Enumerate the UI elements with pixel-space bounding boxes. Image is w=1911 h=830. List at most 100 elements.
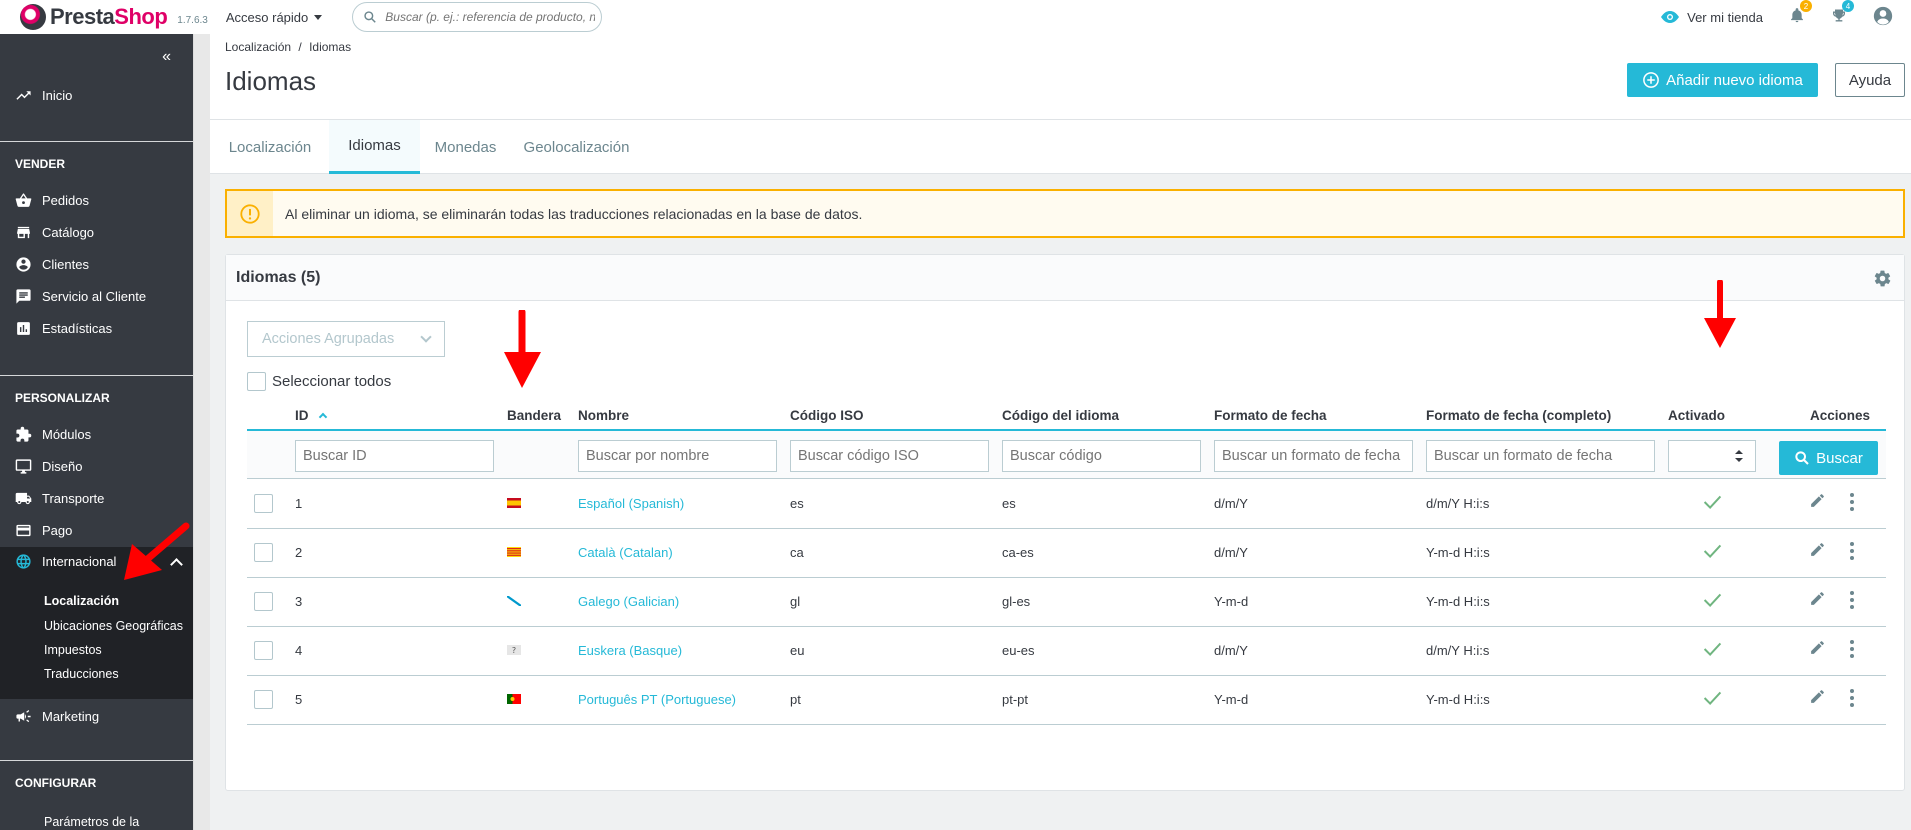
sidebar-item-catalog[interactable]: Catálogo [15, 224, 94, 241]
submenu-item-localization[interactable]: Localización [44, 594, 119, 608]
view-shop-link[interactable]: Ver mi tienda [1661, 10, 1763, 25]
warning-icon [240, 203, 260, 224]
sidebar-item-home[interactable]: Inicio [15, 87, 72, 104]
filter-id-input[interactable] [295, 440, 494, 472]
card-header: Idiomas (5) [226, 255, 1904, 301]
cell-name[interactable]: Galego (Galician) [578, 594, 679, 609]
sidebar-item-label: Módulos [42, 427, 92, 442]
search-button[interactable]: Buscar [1779, 441, 1878, 475]
add-language-label: Añadir nuevo idioma [1666, 71, 1803, 89]
table-row: 4 ? Euskera (Basque) eu eu-es d/m/Y d/m/… [247, 627, 1886, 676]
more-options-icon[interactable] [1850, 591, 1854, 609]
sidebar-item-label: Servicio al Cliente [42, 289, 147, 304]
gear-icon[interactable] [1873, 269, 1892, 291]
table-row: 2 Català (Catalan) ca ca-es d/m/Y Y-m-d … [247, 529, 1886, 578]
header-search-input[interactable] [385, 10, 596, 24]
sidebar-item-stats[interactable]: Estadísticas [15, 320, 112, 337]
breadcrumb-item-localization[interactable]: Localización [225, 40, 291, 54]
add-circle-icon [1643, 72, 1659, 88]
filter-iso-input[interactable] [790, 440, 989, 472]
cell-iso: ca [790, 545, 804, 560]
scrollbar[interactable] [193, 34, 210, 830]
bulk-actions-dropdown[interactable]: Acciones Agrupadas [247, 321, 445, 357]
row-checkbox[interactable] [254, 592, 273, 611]
filter-date-full-input[interactable] [1426, 440, 1655, 472]
search-icon [364, 11, 377, 23]
sidebar-item-shipping[interactable]: Transporte [15, 490, 104, 507]
collapse-sidebar-icon[interactable]: « [162, 48, 171, 66]
tab-currencies[interactable]: Monedas [421, 120, 510, 174]
check-icon[interactable] [1703, 494, 1722, 510]
edit-icon[interactable] [1809, 492, 1826, 509]
sidebar-item-parameters[interactable]: Parámetros de la [44, 815, 139, 829]
check-icon[interactable] [1703, 690, 1722, 706]
more-options-icon[interactable] [1850, 640, 1854, 658]
more-options-icon[interactable] [1850, 542, 1854, 560]
more-options-icon[interactable] [1850, 689, 1854, 707]
logo-text: PrestaShop [50, 4, 168, 30]
more-options-icon[interactable] [1850, 493, 1854, 511]
submenu-item-translations[interactable]: Traducciones [44, 667, 119, 681]
add-language-button[interactable]: Añadir nuevo idioma [1627, 63, 1818, 97]
submenu-item-zones[interactable]: Ubicaciones Geográficas [44, 619, 183, 633]
sidebar-item-marketing[interactable]: Marketing [15, 708, 99, 725]
column-header-language-code[interactable]: Código del idioma [1002, 408, 1119, 423]
customers-notification[interactable]: 4 [1831, 0, 1854, 27]
check-icon[interactable] [1703, 543, 1722, 559]
row-checkbox[interactable] [254, 690, 273, 709]
tab-geolocation[interactable]: Geolocalización [510, 120, 643, 174]
cell-name[interactable]: Português PT (Portuguese) [578, 692, 736, 707]
cell-date-format-full: d/m/Y H:i:s [1426, 496, 1490, 511]
cell-name[interactable]: Català (Catalan) [578, 545, 673, 560]
row-checkbox[interactable] [254, 494, 273, 513]
row-checkbox[interactable] [254, 641, 273, 660]
edit-icon[interactable] [1809, 541, 1826, 558]
filter-date-input[interactable] [1214, 440, 1413, 472]
column-header-date-format[interactable]: Formato de fecha [1214, 408, 1327, 423]
cell-language-code: gl-es [1002, 594, 1031, 609]
sidebar-item-payment[interactable]: Pago [15, 522, 72, 539]
filter-name-input[interactable] [578, 440, 777, 472]
cell-date-format-full: Y-m-d H:i:s [1426, 545, 1490, 560]
cell-name[interactable]: Euskera (Basque) [578, 643, 682, 658]
logo[interactable]: PrestaShop 1.7.6.3 [20, 4, 208, 30]
filter-enabled-select[interactable] [1668, 440, 1756, 472]
column-header-name[interactable]: Nombre [578, 408, 629, 423]
sidebar-item-orders[interactable]: Pedidos [15, 192, 89, 209]
column-header-date-format-full[interactable]: Formato de fecha (completo) [1426, 408, 1611, 423]
column-header-iso[interactable]: Código ISO [790, 408, 864, 423]
tab-languages[interactable]: Idiomas [329, 120, 420, 174]
sidebar-item-customers[interactable]: Clientes [15, 256, 89, 273]
quick-access-dropdown[interactable]: Acceso rápido [226, 10, 323, 25]
caret-down-icon [314, 14, 323, 20]
select-all-checkbox[interactable] [247, 372, 266, 391]
sort-asc-icon[interactable] [319, 412, 328, 422]
edit-icon[interactable] [1809, 688, 1826, 705]
cell-date-format: d/m/Y [1214, 643, 1248, 658]
breadcrumb-item-current: Idiomas [309, 40, 352, 54]
user-menu[interactable] [1873, 6, 1893, 29]
cell-name[interactable]: Español (Spanish) [578, 496, 684, 511]
cell-language-code: ca-es [1002, 545, 1034, 560]
cell-iso: es [790, 496, 804, 511]
orders-notification[interactable]: 2 [1789, 0, 1812, 27]
column-header-enabled[interactable]: Activado [1668, 408, 1725, 423]
check-icon[interactable] [1703, 592, 1722, 608]
edit-icon[interactable] [1809, 590, 1826, 607]
sidebar-item-customer-service[interactable]: Servicio al Cliente [15, 288, 146, 305]
sidebar-item-international[interactable]: Internacional [15, 553, 116, 570]
header-search[interactable] [352, 2, 603, 32]
edit-icon[interactable] [1809, 639, 1826, 656]
tab-localization[interactable]: Localización [210, 120, 330, 174]
sidebar: « Inicio VENDER Pedidos Catálogo Cliente… [0, 34, 193, 830]
filter-code-input[interactable] [1002, 440, 1201, 472]
column-header-id[interactable]: ID [295, 408, 328, 423]
help-button[interactable]: Ayuda [1835, 63, 1905, 97]
check-icon[interactable] [1703, 641, 1722, 657]
submenu-item-taxes[interactable]: Impuestos [44, 643, 102, 657]
table-header-row: ID Bandera Nombre Código ISO Código del … [247, 400, 1886, 431]
sidebar-item-modules[interactable]: Módulos [15, 426, 91, 443]
select-all[interactable]: Seleccionar todos [247, 372, 391, 391]
row-checkbox[interactable] [254, 543, 273, 562]
sidebar-item-design[interactable]: Diseño [15, 458, 82, 475]
